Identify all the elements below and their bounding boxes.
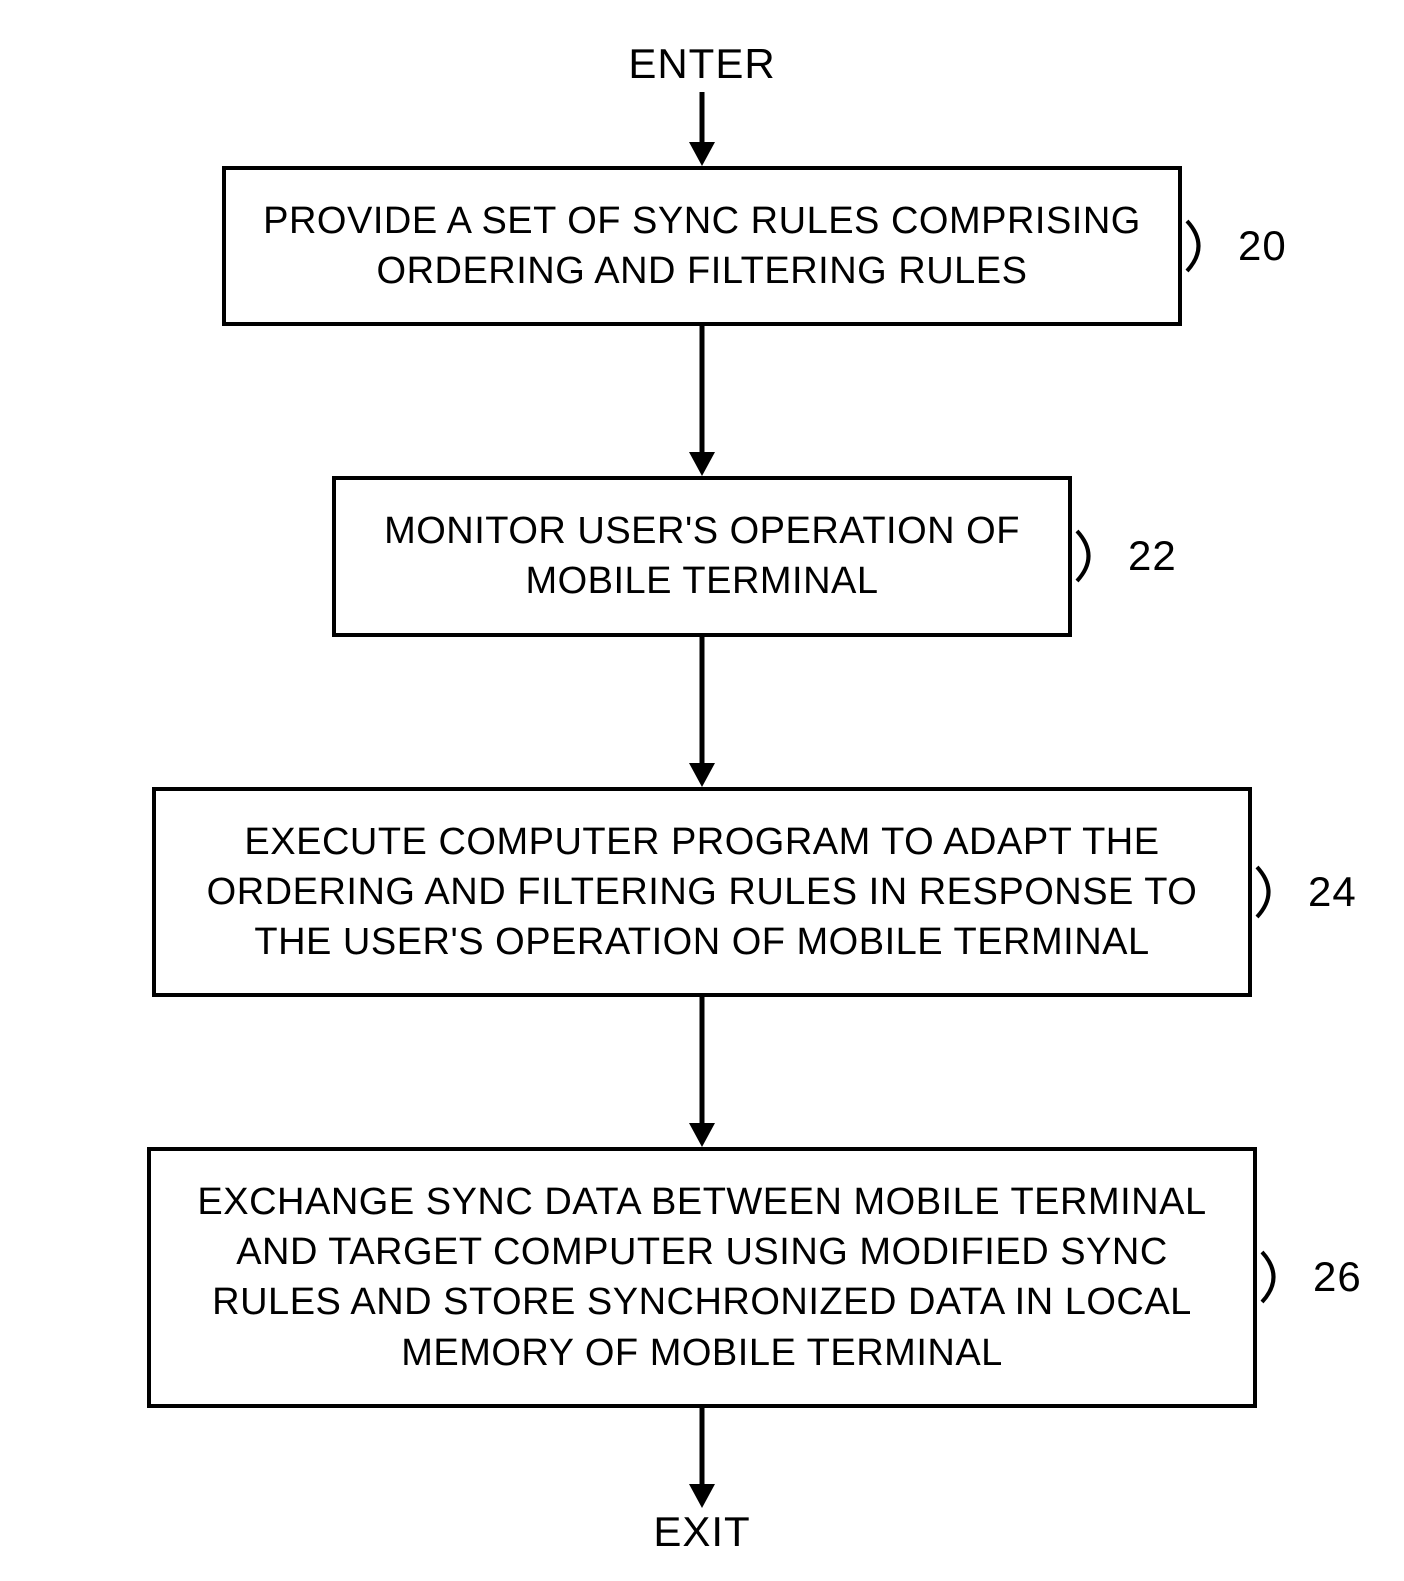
step-24-callout: 24 — [1252, 862, 1357, 922]
step-22-row: MONITOR USER'S OPERATION OF MOBILE TERMI… — [332, 476, 1072, 636]
step-22-ref: 22 — [1128, 532, 1177, 580]
step-26-callout: 26 — [1257, 1247, 1362, 1307]
arrow-enter-20 — [682, 92, 722, 166]
enter-label: ENTER — [628, 40, 775, 88]
step-24-row: EXECUTE COMPUTER PROGRAM TO ADAPT THE OR… — [152, 787, 1252, 997]
step-26-row: EXCHANGE SYNC DATA BETWEEN MOBILE TERMIN… — [147, 1147, 1257, 1408]
arrow-26-exit — [682, 1408, 722, 1508]
arrow-24-26 — [682, 997, 722, 1147]
exit-label: EXIT — [653, 1508, 750, 1556]
step-26-box: EXCHANGE SYNC DATA BETWEEN MOBILE TERMIN… — [147, 1147, 1257, 1408]
step-20-box: PROVIDE A SET OF SYNC RULES COMPRISING O… — [222, 166, 1182, 326]
step-20-callout: 20 — [1182, 216, 1287, 276]
step-26-ref: 26 — [1313, 1253, 1362, 1301]
step-24-box: EXECUTE COMPUTER PROGRAM TO ADAPT THE OR… — [152, 787, 1252, 997]
step-24-ref: 24 — [1308, 868, 1357, 916]
step-20-ref: 20 — [1238, 222, 1287, 270]
flowchart: ENTER PROVIDE A SET OF SYNC RULES COMPRI… — [0, 40, 1404, 1560]
arrow-22-24 — [682, 637, 722, 787]
arrow-20-22 — [682, 326, 722, 476]
step-20-row: PROVIDE A SET OF SYNC RULES COMPRISING O… — [222, 166, 1182, 326]
step-22-callout: 22 — [1072, 526, 1177, 586]
step-22-box: MONITOR USER'S OPERATION OF MOBILE TERMI… — [332, 476, 1072, 636]
